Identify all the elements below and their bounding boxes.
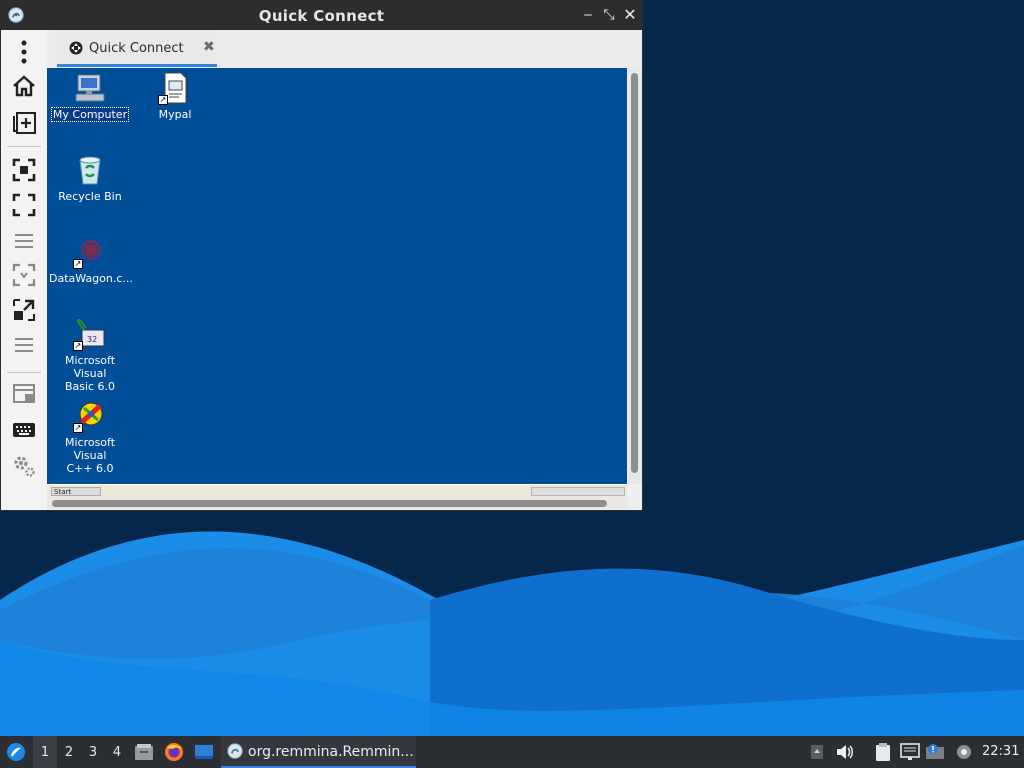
new-connection-icon[interactable] — [10, 108, 38, 136]
fit-window-icon[interactable] — [10, 156, 38, 184]
dynamic-resolution-icon[interactable] — [10, 261, 38, 289]
taskbar-task-remmina[interactable]: org.remmina.Remmin... — [221, 736, 416, 768]
desktop-icon-visual-basic[interactable]: 32 ↗ Microsoft Visual Basic 6.0 — [48, 318, 132, 393]
svg-text:32: 32 — [87, 335, 97, 344]
horizontal-scroll-thumb[interactable] — [52, 500, 607, 507]
tab-quick-connect[interactable]: Quick Connect ✖ — [57, 31, 217, 67]
horizontal-scrollbar[interactable] — [47, 497, 628, 509]
close-button[interactable]: ✕ — [620, 4, 640, 26]
file-manager-icon[interactable] — [133, 736, 155, 768]
window-titlebar[interactable]: Quick Connect ‒ ⤡ ✕ — [1, 1, 642, 30]
keyboard-icon[interactable] — [10, 416, 38, 444]
fullscreen-icon[interactable] — [10, 191, 38, 219]
firefox-icon[interactable] — [163, 736, 185, 768]
tab-label: Quick Connect — [89, 41, 184, 56]
panel-clock: 22:31 — [982, 744, 1020, 759]
connection-icon — [69, 41, 83, 55]
menu-lines-icon[interactable] — [10, 227, 38, 255]
bottom-panel: 1 2 3 4 org.remmina.Remmin... 22:31 — [0, 736, 1024, 768]
clipboard-icon[interactable] — [872, 736, 894, 768]
remote-system-tray — [531, 487, 625, 496]
remote-start-button[interactable]: Start — [51, 487, 101, 496]
scaled-mode-icon[interactable] — [10, 296, 38, 324]
desktop-icon-label: Microsoft Visual C++ 6.0 — [64, 436, 116, 475]
desktop-icon-label: Recycle Bin — [58, 190, 122, 203]
tab-close-icon[interactable]: ✖ — [203, 39, 215, 55]
vertical-scrollbar[interactable] — [628, 68, 642, 484]
volume-icon[interactable] — [835, 736, 855, 768]
desktop-icon[interactable] — [192, 736, 216, 768]
window-title: Quick Connect — [258, 7, 385, 25]
minimize-button[interactable]: ‒ — [578, 4, 598, 26]
workspace-3[interactable]: 3 — [81, 736, 105, 768]
menu-lines-icon[interactable] — [10, 331, 38, 359]
power-settings-icon[interactable] — [953, 736, 975, 768]
workspace-4[interactable]: 4 — [105, 736, 129, 768]
maximize-button[interactable]: ⤡ — [599, 4, 619, 26]
desktop-icon-recycle-bin[interactable]: Recycle Bin — [48, 154, 132, 203]
workspace-1[interactable]: 1 — [33, 736, 57, 768]
desktop-icon-mypal[interactable]: ↗ Mypal — [133, 72, 217, 121]
recycle-bin-icon — [79, 156, 101, 185]
remmina-window: Quick Connect ‒ ⤡ ✕ Quick Connect ✖ My C… — [0, 0, 643, 511]
desktop-icon-visual-cpp[interactable]: ↗ Microsoft Visual C++ 6.0 — [48, 400, 132, 475]
menu-icon[interactable] — [10, 38, 38, 66]
network-icon[interactable] — [899, 736, 921, 768]
desktop-icon-label: Microsoft Visual Basic 6.0 — [64, 354, 116, 393]
remmina-task-icon — [227, 743, 243, 759]
home-icon[interactable] — [10, 72, 38, 100]
tab-bar: Quick Connect ✖ — [47, 30, 642, 69]
desktop-icon-my-computer[interactable]: My Computer — [48, 72, 132, 122]
panel-scroll-icon[interactable] — [808, 736, 826, 768]
start-menu-button[interactable] — [4, 736, 28, 768]
desktop-icon-label: My Computer — [50, 107, 130, 122]
remote-taskbar[interactable]: Start — [47, 484, 627, 497]
connection-toolbar — [1, 30, 48, 510]
settings-gear-icon[interactable] — [10, 452, 38, 480]
vertical-scroll-thumb[interactable] — [631, 73, 638, 473]
desktop-icon-datawagon[interactable]: ↗ DataWagon.c... — [48, 236, 133, 285]
computer-icon — [75, 74, 105, 102]
workspace-2[interactable]: 2 — [57, 736, 81, 768]
multi-monitor-icon[interactable] — [10, 380, 38, 408]
desktop-icon-label: Mypal — [158, 108, 192, 121]
lubuntu-logo-icon — [7, 743, 25, 761]
desktop-icon-label: DataWagon.c... — [49, 272, 133, 285]
remote-desktop-view[interactable]: My Computer ↗ Mypal Recycle Bin ↗ DataWa… — [47, 68, 627, 484]
notification-icon[interactable] — [924, 736, 946, 768]
task-label: org.remmina.Remmin... — [248, 744, 414, 760]
